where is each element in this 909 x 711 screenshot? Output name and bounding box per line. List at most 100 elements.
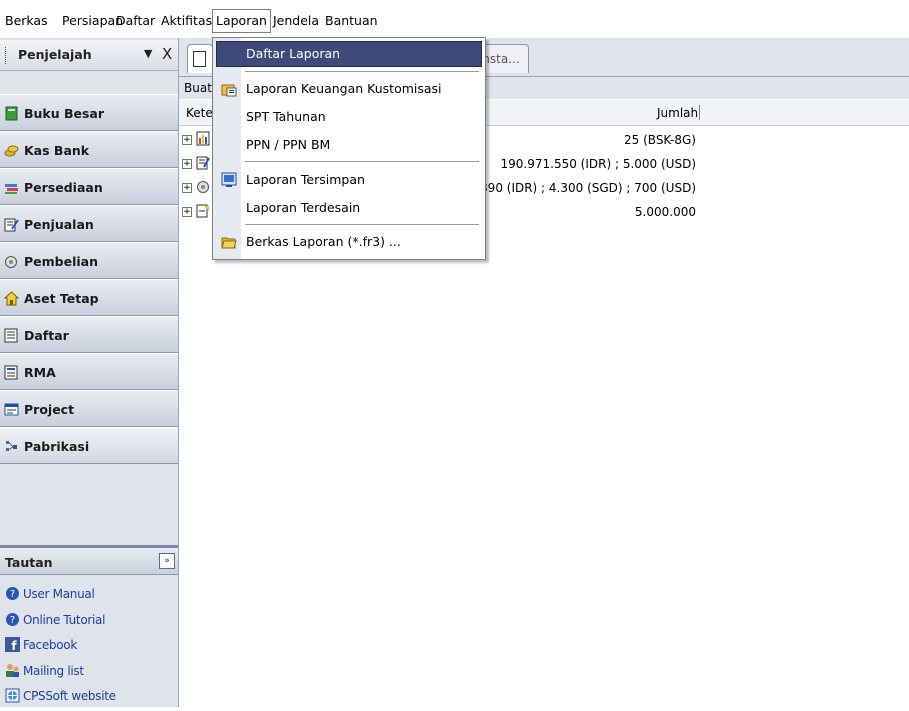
svg-text:?: ? <box>10 615 15 626</box>
sales-icon <box>196 156 210 170</box>
asset-icon <box>196 204 209 218</box>
menu-separator <box>245 161 479 162</box>
house-icon <box>4 291 19 306</box>
link-online-tutorial[interactable]: ? Online Tutorial <box>0 609 178 635</box>
menu-item-laporan-tersimpan[interactable]: Laporan Tersimpan <box>216 167 482 193</box>
menu-item-label: Daftar Laporan <box>246 46 341 61</box>
column-header-jumlah[interactable]: Jumlah <box>657 106 698 120</box>
nav-item-label: Daftar <box>24 328 69 343</box>
globe-icon <box>5 688 20 703</box>
row-value: 25 (BSK-8G) <box>624 133 696 147</box>
nav-item-label: Project <box>24 402 75 417</box>
nav-item-daftar[interactable]: Daftar <box>0 316 178 353</box>
menu-item-label: Laporan Tersimpan <box>246 172 365 187</box>
link-label: CPSSoft website <box>23 689 116 703</box>
explorer-dropdown-icon[interactable]: ▼ <box>144 47 152 60</box>
nav-item-label: RMA <box>24 365 56 380</box>
laporan-dropdown-menu: Daftar Laporan Laporan Keuangan Kustomis… <box>212 37 486 260</box>
nav-item-label: Penjualan <box>24 217 94 232</box>
project-icon <box>4 403 19 416</box>
menu-daftar[interactable]: Daftar <box>113 10 158 32</box>
nav-item-label: Persediaan <box>24 180 103 195</box>
link-label: User Manual <box>23 587 95 601</box>
nav-item-project[interactable]: Project <box>0 390 178 427</box>
nav-item-persediaan[interactable]: Persediaan <box>0 168 178 205</box>
row-value: 5.000.000 <box>634 205 696 219</box>
menu-aktifitas[interactable]: Aktifitas <box>158 10 215 32</box>
menubar: Berkas Persiapan Daftar Aktifitas Lapora… <box>0 0 909 38</box>
link-label: Facebook <box>23 638 77 652</box>
menu-laporan[interactable]: Laporan <box>212 9 271 33</box>
expand-icon[interactable]: + <box>182 159 192 169</box>
document-icon <box>193 51 206 67</box>
row-value: 190.971.550 (IDR) ; 5.000 (USD) <box>500 157 696 171</box>
explorer-close-icon[interactable]: X <box>162 45 172 63</box>
ledger-icon <box>5 106 18 121</box>
menu-jendela[interactable]: Jendela <box>270 10 322 32</box>
nav-item-kas-bank[interactable]: Kas Bank <box>0 131 178 168</box>
sales-icon <box>4 218 19 232</box>
nav-item-pembelian[interactable]: Pembelian <box>0 242 178 279</box>
collapse-toggle-icon[interactable]: » <box>159 553 175 569</box>
link-mailing-list[interactable]: Mailing list <box>0 660 178 686</box>
menu-item-label: Laporan Terdesain <box>246 200 361 215</box>
rma-icon <box>4 365 18 380</box>
menu-item-label: Laporan Keuangan Kustomisasi <box>246 81 442 96</box>
menu-item-daftar-laporan[interactable]: Daftar Laporan <box>216 41 482 67</box>
menu-item-spt-tahunan[interactable]: SPT Tahunan <box>216 104 482 130</box>
inventory-icon <box>5 184 18 194</box>
nav-item-penjualan[interactable]: Penjualan <box>0 205 178 242</box>
menu-bantuan[interactable]: Bantuan <box>322 10 381 32</box>
menu-item-ppn-ppn-bm[interactable]: PPN / PPN BM <box>216 132 482 158</box>
menu-item-label: SPT Tahunan <box>246 109 326 124</box>
menu-item-label: Berkas Laporan (*.fr3) ... <box>246 234 401 249</box>
tab-document[interactable] <box>187 44 213 73</box>
svg-text:?: ? <box>10 589 15 600</box>
link-label: Online Tutorial <box>23 612 106 627</box>
nav-item-aset-tetap[interactable]: Aset Tetap <box>0 279 178 316</box>
menu-separator <box>245 224 479 225</box>
help-icon: ? <box>6 612 19 626</box>
nav-item-label: Kas Bank <box>24 143 90 158</box>
nav-item-buku-besar[interactable]: Buku Besar <box>0 94 178 131</box>
expand-icon[interactable]: + <box>182 207 192 217</box>
explorer-sidebar: Penjelajah ▼ X Buku Besar Kas Bank Perse… <box>0 38 179 707</box>
chart-icon <box>196 131 210 146</box>
nav-item-pabrikasi[interactable]: Pabrikasi <box>0 427 178 464</box>
nav-item-label: Pabrikasi <box>24 439 90 454</box>
svg-text:f: f <box>11 639 17 652</box>
list-icon <box>4 328 18 343</box>
help-icon: ? <box>6 587 19 600</box>
link-label: Mailing list <box>23 663 84 678</box>
menu-item-laporan-keuangan-kustomisasi[interactable]: Laporan Keuangan Kustomisasi <box>216 76 482 102</box>
explorer-title: Penjelajah <box>18 47 92 62</box>
link-user-manual[interactable]: ? User Manual <box>0 583 178 609</box>
menu-item-laporan-terdesain[interactable]: Laporan Terdesain <box>216 195 482 221</box>
link-facebook[interactable]: f Facebook <box>0 634 178 660</box>
saved-report-icon <box>221 172 237 187</box>
drag-grip[interactable] <box>5 47 9 64</box>
facebook-icon: f <box>5 637 20 652</box>
nav-item-label: Aset Tetap <box>24 291 99 306</box>
menu-separator <box>245 71 479 72</box>
report-folder-icon <box>221 84 237 97</box>
purchase-icon <box>197 181 209 193</box>
menu-item-berkas-laporan[interactable]: Berkas Laporan (*.fr3) ... <box>216 229 482 255</box>
open-folder-icon <box>221 237 237 249</box>
links-list: ? User Manual ? Online Tutorial f Facebo… <box>0 583 178 711</box>
coins-icon <box>4 145 19 157</box>
create-button[interactable]: Buat <box>184 81 212 95</box>
nav-item-rma[interactable]: RMA <box>0 353 178 390</box>
nav-item-label: Buku Besar <box>24 106 105 121</box>
expand-icon[interactable]: + <box>182 183 192 193</box>
menu-berkas[interactable]: Berkas <box>2 10 51 32</box>
users-icon <box>6 663 19 677</box>
links-title: Tautan <box>5 555 53 570</box>
nav-item-label: Pembelian <box>24 254 98 269</box>
links-header: Tautan » <box>0 545 178 575</box>
expand-icon[interactable]: + <box>182 135 192 145</box>
factory-icon <box>6 441 17 451</box>
column-divider[interactable] <box>699 105 700 120</box>
module-nav: Buku Besar Kas Bank Persediaan Penjualan… <box>0 94 178 464</box>
menu-item-label: PPN / PPN BM <box>246 137 331 152</box>
